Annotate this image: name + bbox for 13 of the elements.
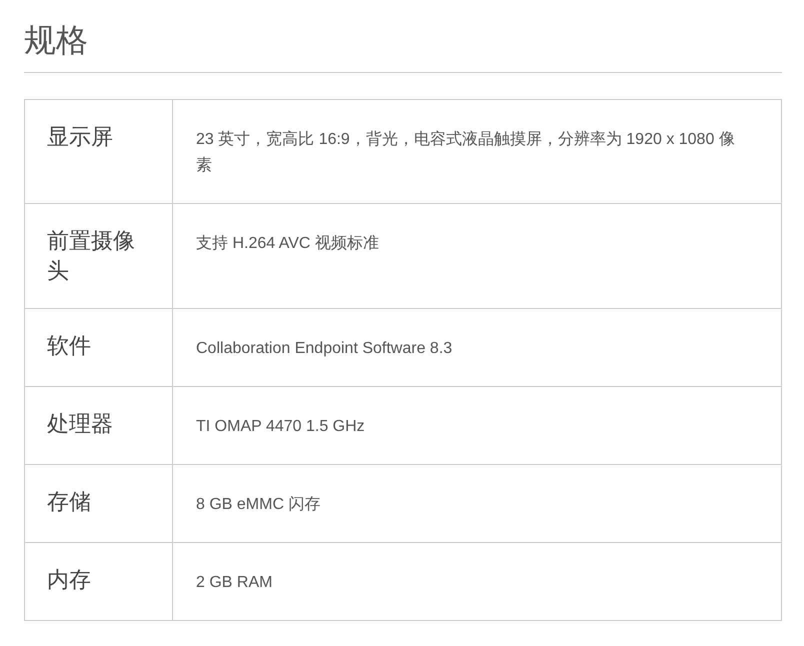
spec-value: 支持 H.264 AVC 视频标准 [172,204,782,308]
spec-label: 软件 [24,308,172,386]
section-title: 规格 [24,16,782,73]
spec-label: 内存 [24,542,172,620]
spec-value: 2 GB RAM [172,542,782,620]
spec-value: Collaboration Endpoint Software 8.3 [172,308,782,386]
spec-label: 存储 [24,464,172,542]
spec-label: 显示屏 [24,100,172,204]
spec-value: TI OMAP 4470 1.5 GHz [172,386,782,464]
spec-value: 23 英寸，宽高比 16:9，背光，电容式液晶触摸屏，分辨率为 1920 x 1080 像素 [172,100,782,204]
spec-label: 处理器 [24,386,172,464]
spec-label: 前置摄像头 [24,204,172,308]
spec-value: 8 GB eMMC 闪存 [172,464,782,542]
